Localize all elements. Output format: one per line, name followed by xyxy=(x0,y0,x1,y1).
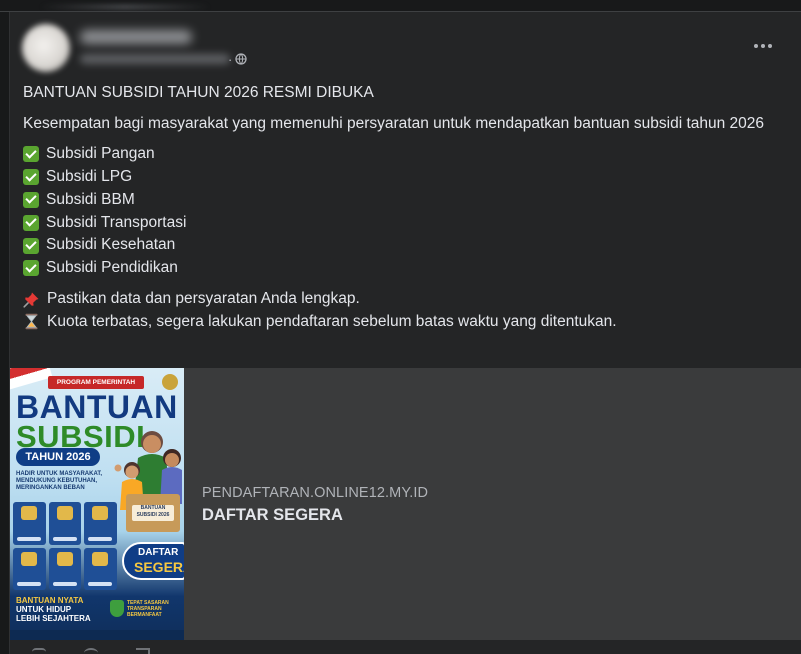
lpg-tile xyxy=(13,502,46,545)
check-box-icon xyxy=(23,214,39,231)
transport-tile xyxy=(13,547,46,590)
list-item-label: Subsidi Transportasi xyxy=(46,213,187,231)
list-item-label: Subsidi BBM xyxy=(46,190,135,208)
poster-tagline: HADIR UNTUK MASYARAKAT, MENDUKUNG KEBUTU… xyxy=(16,471,103,491)
list-item: Subsidi Transportasi xyxy=(23,211,793,234)
globe-icon[interactable] xyxy=(235,53,247,65)
post-headline: BANTUAN SUBSIDI TAHUN 2026 RESMI DIBUKA xyxy=(23,84,374,101)
post-intro: Kesempatan bagi masyarakat yang memenuhi… xyxy=(23,114,765,132)
note-text: Kuota terbatas, segera lakukan pendaftar… xyxy=(47,312,617,330)
list-item: Subsidi Kesehatan xyxy=(23,234,793,257)
poster-year-badge: TAHUN 2026 xyxy=(16,448,100,466)
poster-cta-line1: DAFTAR xyxy=(138,547,179,558)
post-actions-strip xyxy=(10,640,801,654)
poster-slogan-line2: UNTUK HIDUP xyxy=(16,605,72,614)
note-text: Pastikan data dan persyaratan Anda lengk… xyxy=(47,289,360,307)
fuel-tile xyxy=(84,502,117,545)
post-notes: Pastikan data dan persyaratan Anda lengk… xyxy=(23,288,793,334)
post-body: BANTUAN SUBSIDI TAHUN 2026 RESMI DIBUKA … xyxy=(23,82,793,333)
hourglass-icon xyxy=(25,314,38,330)
list-item-label: Subsidi Pangan xyxy=(46,145,155,163)
share-icon[interactable] xyxy=(136,648,150,654)
poster-subsidy-icons xyxy=(13,502,117,590)
food-tile xyxy=(48,502,82,545)
list-item-label: Subsidi Kesehatan xyxy=(46,236,176,254)
poster-bottom-slogan: BANTUAN NYATA UNTUK HIDUP LEBIH SEJAHTER… xyxy=(16,596,108,623)
pushpin-icon xyxy=(23,292,39,308)
more-options-icon-dot xyxy=(761,44,765,48)
preview-info[interactable]: PENDAFTARAN.ONLINE12.MY.ID DAFTAR SEGERA xyxy=(202,484,428,525)
preview-domain: PENDAFTARAN.ONLINE12.MY.ID xyxy=(202,485,429,501)
previous-post-blurred-text xyxy=(40,4,210,10)
note-item: Kuota terbatas, segera lakukan pendaftar… xyxy=(23,311,793,334)
list-item: Subsidi LPG xyxy=(23,166,793,189)
poster-footer-strip xyxy=(10,630,184,640)
author-avatar[interactable] xyxy=(22,24,70,72)
emblem-icon xyxy=(162,374,178,390)
list-item: Subsidi Pangan xyxy=(23,143,793,166)
check-box-icon xyxy=(23,169,39,186)
check-box-icon xyxy=(23,237,39,254)
meta-separator: · xyxy=(228,52,233,67)
education-tile xyxy=(84,547,117,590)
author-name-blurred[interactable] xyxy=(80,30,192,44)
list-item-label: Subsidi LPG xyxy=(46,167,133,185)
flag-icon xyxy=(10,368,53,391)
comment-icon[interactable] xyxy=(84,648,98,654)
more-options-icon xyxy=(754,44,758,48)
post-card: · BANTUAN SUBSIDI TAHUN 2026 RESMI DIBUK… xyxy=(9,12,801,654)
poster-cta-line2: SEGERA xyxy=(134,559,184,575)
page: · BANTUAN SUBSIDI TAHUN 2026 RESMI DIBUK… xyxy=(0,0,801,654)
poster-slogan-line1: BANTUAN NYATA xyxy=(16,596,84,605)
post-timestamp-blurred[interactable] xyxy=(80,54,230,64)
more-options-icon-dot xyxy=(768,44,772,48)
list-item: Subsidi Pendidikan xyxy=(23,257,793,280)
subsidy-checklist: Subsidi Pangan Subsidi LPG Subsidi BBM S… xyxy=(23,143,793,280)
preview-poster-image[interactable]: PROGRAM PEMERINTAH BANTUAN SUBSIDI TAHUN… xyxy=(10,368,184,640)
post-header: · xyxy=(10,12,801,82)
check-box-icon xyxy=(23,191,39,208)
poster-program-label: PROGRAM PEMERINTAH xyxy=(48,376,144,389)
like-icon[interactable] xyxy=(32,648,46,654)
aid-box-label: BANTUAN SUBSIDI 2026 xyxy=(132,505,174,521)
shield-icon xyxy=(110,600,124,617)
poster-bottom-right-text: TEPAT SASARAN TRANSPARAN BERMANFAAT xyxy=(127,600,169,618)
health-tile xyxy=(48,547,82,590)
previous-post-edge xyxy=(0,0,801,12)
list-item: Subsidi BBM xyxy=(23,189,793,212)
list-item-label: Subsidi Pendidikan xyxy=(46,259,178,277)
check-box-icon xyxy=(23,260,39,277)
check-box-icon xyxy=(23,146,39,163)
poster-slogan-line3: LEBIH SEJAHTERA xyxy=(16,614,91,623)
link-preview[interactable]: PROGRAM PEMERINTAH BANTUAN SUBSIDI TAHUN… xyxy=(10,368,801,640)
note-item: Pastikan data dan persyaratan Anda lengk… xyxy=(23,288,793,311)
preview-title[interactable]: DAFTAR SEGERA xyxy=(202,505,428,525)
more-options-button[interactable] xyxy=(748,36,778,56)
